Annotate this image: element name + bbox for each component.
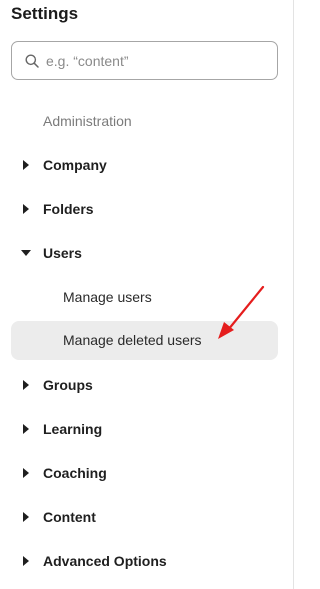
nav-item-coaching[interactable]: Coaching xyxy=(0,453,294,493)
search-icon xyxy=(25,54,39,68)
nav-item-company[interactable]: Company xyxy=(0,145,294,185)
nav-item-label: Coaching xyxy=(43,465,107,481)
nav-item-label: Users xyxy=(43,245,82,261)
caret-right-icon xyxy=(23,468,29,478)
sub-item-label: Manage deleted users xyxy=(63,332,202,348)
nav-item-users[interactable]: Users xyxy=(0,233,294,273)
nav-item-label: Groups xyxy=(43,377,93,393)
section-label-administration: Administration xyxy=(43,113,132,129)
nav-item-label: Learning xyxy=(43,421,103,437)
nav-item-folders[interactable]: Folders xyxy=(0,189,294,229)
nav-item-label: Content xyxy=(43,509,96,525)
settings-sidebar: Settings Administration Company Folders … xyxy=(0,0,294,589)
nav-item-groups[interactable]: Groups xyxy=(0,365,294,405)
nav-item-label: Folders xyxy=(43,201,94,217)
caret-right-icon xyxy=(23,380,29,390)
caret-right-icon xyxy=(23,424,29,434)
nav-item-content[interactable]: Content xyxy=(0,497,294,537)
nav-item-advanced-options[interactable]: Advanced Options xyxy=(0,541,294,581)
caret-right-icon xyxy=(23,556,29,566)
settings-title: Settings xyxy=(11,4,79,23)
nav-item-label: Advanced Options xyxy=(43,553,167,569)
sub-item-manage-deleted-users[interactable]: Manage deleted users xyxy=(11,321,278,360)
sub-item-label: Manage users xyxy=(63,289,152,305)
caret-right-icon xyxy=(23,512,29,522)
caret-down-icon xyxy=(21,250,31,256)
search-input[interactable] xyxy=(46,50,266,72)
caret-right-icon xyxy=(23,160,29,170)
sub-item-manage-users[interactable]: Manage users xyxy=(11,278,278,317)
search-box[interactable] xyxy=(11,41,278,80)
caret-right-icon xyxy=(23,204,29,214)
nav-item-label: Company xyxy=(43,157,107,173)
nav-item-learning[interactable]: Learning xyxy=(0,409,294,449)
